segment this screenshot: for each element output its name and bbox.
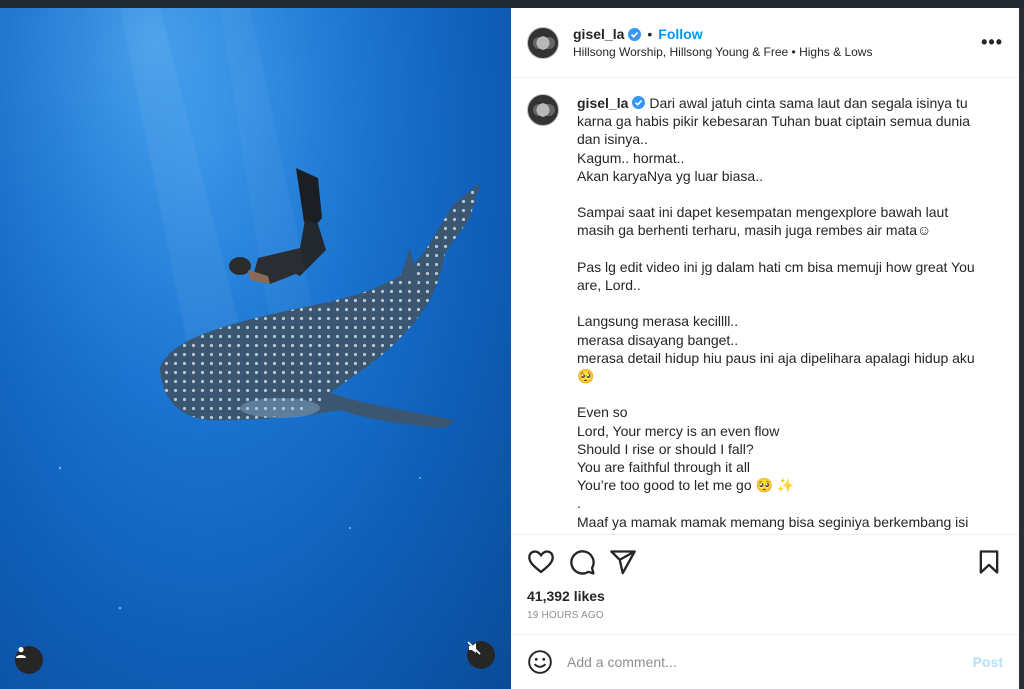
more-options-icon[interactable]: ••• (981, 32, 1003, 53)
post-timestamp[interactable]: 19 HOURS AGO (511, 608, 1019, 634)
name-row: gisel_la • Follow (573, 26, 872, 42)
avatar[interactable] (527, 26, 559, 59)
comment-icon[interactable] (568, 548, 596, 576)
post-header: gisel_la • Follow Hillsong Worship, Hill… (511, 8, 1019, 78)
emoji-icon[interactable] (527, 649, 553, 675)
username-link[interactable]: gisel_la (573, 26, 624, 42)
comments-section[interactable]: gisel_la Dari awal jatuh cinta sama laut … (511, 78, 1019, 534)
header-text: gisel_la • Follow Hillsong Worship, Hill… (573, 26, 872, 59)
feed-backdrop-strip (0, 0, 1024, 8)
verified-badge-icon (628, 27, 642, 41)
caption-body: gisel_la Dari awal jatuh cinta sama laut … (577, 94, 987, 531)
post-comment-button[interactable]: Post (973, 654, 1003, 670)
muted-speaker-icon (467, 641, 481, 655)
caption-username[interactable]: gisel_la (577, 95, 628, 111)
user-icon (16, 647, 26, 658)
action-bar (511, 534, 1019, 588)
comment-input[interactable] (567, 654, 973, 670)
post-media[interactable] (0, 8, 511, 689)
post-modal: gisel_la • Follow Hillsong Worship, Hill… (0, 8, 1024, 689)
likes-count[interactable]: 41,392 likes (511, 588, 1019, 608)
follow-button[interactable]: Follow (658, 26, 702, 42)
bookmark-icon[interactable] (975, 548, 1003, 576)
tagged-users-button[interactable] (15, 646, 43, 674)
underwater-video-frame (0, 8, 511, 689)
caption-row: gisel_la Dari awal jatuh cinta sama laut … (527, 94, 1003, 531)
audio-attribution[interactable]: Hillsong Worship, Hillsong Young & Free … (573, 45, 872, 59)
add-comment-bar: Post (511, 634, 1019, 689)
post-side-panel: gisel_la • Follow Hillsong Worship, Hill… (511, 8, 1019, 689)
caption-avatar[interactable] (527, 94, 559, 126)
verified-badge-icon (632, 96, 646, 109)
caption-text: Dari awal jatuh cinta sama laut dan sega… (577, 95, 975, 530)
share-icon[interactable] (609, 548, 637, 576)
mute-button[interactable] (467, 641, 495, 669)
separator-dot: • (647, 26, 653, 42)
heart-icon[interactable] (527, 548, 555, 576)
